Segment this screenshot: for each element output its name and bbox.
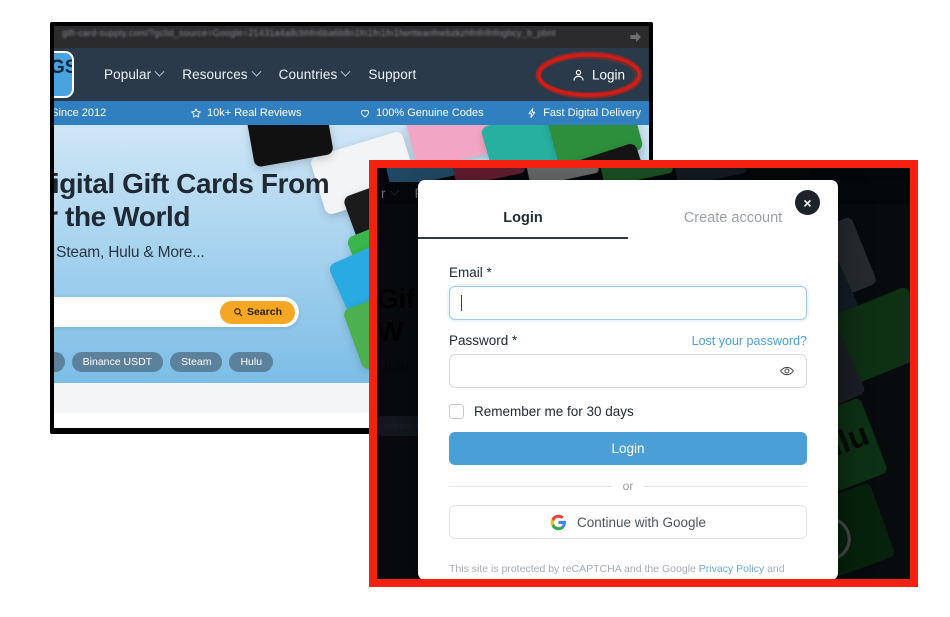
terms-of-service-link[interactable]: Terms of Service [449, 579, 527, 580]
divider-line [449, 485, 612, 487]
continue-with-google-button[interactable]: Continue with Google [449, 505, 807, 539]
tab-login[interactable]: Login [418, 210, 628, 239]
trust-label: g Since 2012 [54, 107, 107, 119]
nav-item-popular[interactable]: Popular [104, 66, 165, 82]
chevron-down-icon [154, 66, 165, 77]
nav-item-countries[interactable]: Countries [278, 66, 351, 82]
bolt-icon [528, 108, 536, 118]
email-label: Email * [449, 265, 492, 280]
chevron-down-icon [251, 66, 262, 77]
remember-me-checkbox[interactable] [449, 404, 464, 419]
divider-label: or [622, 479, 634, 493]
trust-item: 100% Genuine Codes [359, 107, 484, 119]
tag-hulu[interactable]: Hulu [229, 352, 274, 372]
text-cursor [461, 295, 463, 311]
divider-line [644, 485, 808, 487]
trust-item: 10k+ Real Reviews [190, 107, 301, 119]
site-logo[interactable]: GS [54, 51, 74, 98]
nav-label: Countries [278, 67, 338, 82]
trust-item: g Since 2012 [54, 107, 106, 119]
recaptcha-legal-text: This site is protected by reCAPTCHA and … [449, 561, 807, 580]
star-icon [191, 108, 201, 118]
nav-label: Popular [104, 67, 152, 82]
trust-label: 10k+ Real Reviews [207, 107, 302, 119]
heart-icon [361, 109, 369, 118]
search-button-label: Search [246, 306, 282, 318]
tag-binance-usdt[interactable]: Binance USDT [71, 352, 164, 372]
trust-label: 100% Genuine Codes [376, 107, 484, 119]
nav-login-label: Login [591, 67, 625, 82]
popular-tags: US iTunes Binance USDT Steam Hulu [54, 352, 274, 372]
legal-text-3: apply. [527, 579, 557, 580]
person-icon [573, 69, 584, 81]
eye-icon[interactable] [779, 363, 795, 379]
trust-bar: g Since 2012 10k+ Real Reviews 100% Genu… [54, 101, 649, 125]
or-divider: or [449, 479, 808, 493]
site-navbar: GS Popular Resources Countries [54, 48, 649, 101]
password-field[interactable] [449, 354, 807, 388]
tag-steam[interactable]: Steam [170, 352, 223, 372]
search-icon [234, 308, 243, 317]
legal-text-1: This site is protected by reCAPTCHA and … [449, 563, 699, 575]
privacy-policy-link[interactable]: Privacy Policy [699, 563, 764, 575]
nav-items: Popular Resources Countries Support [104, 66, 416, 82]
google-icon [550, 514, 566, 530]
url-text: gift-card-supply.com/?gclid_source=Googl… [62, 28, 556, 38]
nav-label: Support [368, 67, 417, 82]
search-button[interactable]: Search [219, 300, 295, 324]
modal-tabs: Login Create account [418, 210, 838, 239]
logo-glyph: GS [54, 58, 72, 89]
email-label-row: Email * [449, 265, 807, 280]
red-annotation-frame: r Resources Countries Support [369, 160, 918, 587]
hero-search-bar[interactable]: ards... Search [54, 297, 299, 327]
remember-me-row[interactable]: Remember me for 30 days [449, 404, 807, 419]
arrow-icon[interactable] [630, 32, 641, 42]
nav-item-support[interactable]: Support [368, 67, 416, 82]
close-icon[interactable]: × [795, 190, 820, 215]
email-field[interactable] [449, 286, 807, 320]
screenshot-stage: gift-card-supply.com/?gclid_source=Googl… [0, 0, 950, 617]
lost-password-link[interactable]: Lost your password? [692, 334, 807, 348]
trust-item: Fast Digital Delivery [526, 107, 641, 119]
remember-me-label: Remember me for 30 days [474, 404, 634, 419]
trust-label: Fast Digital Delivery [543, 107, 641, 119]
login-submit-button[interactable]: Login [449, 432, 807, 465]
nav-label: Resources [182, 67, 248, 82]
nav-item-resources[interactable]: Resources [182, 66, 262, 82]
nav-login-button[interactable]: Login [571, 67, 625, 82]
login-modal: × Login Create account Email * Password … [418, 180, 838, 580]
search-input[interactable]: ards... [54, 306, 220, 318]
browser-url-bar[interactable]: gift-card-supply.com/?gclid_source=Googl… [54, 26, 649, 48]
password-label: Password * [449, 333, 518, 348]
legal-text-2: and [764, 563, 785, 575]
login-form: Email * Password * Lost your password? R… [418, 239, 838, 580]
password-label-row: Password * Lost your password? [449, 333, 807, 348]
chevron-down-icon [340, 66, 351, 77]
tag-us-itunes[interactable]: US iTunes [54, 352, 65, 372]
google-button-label: Continue with Google [576, 514, 707, 530]
